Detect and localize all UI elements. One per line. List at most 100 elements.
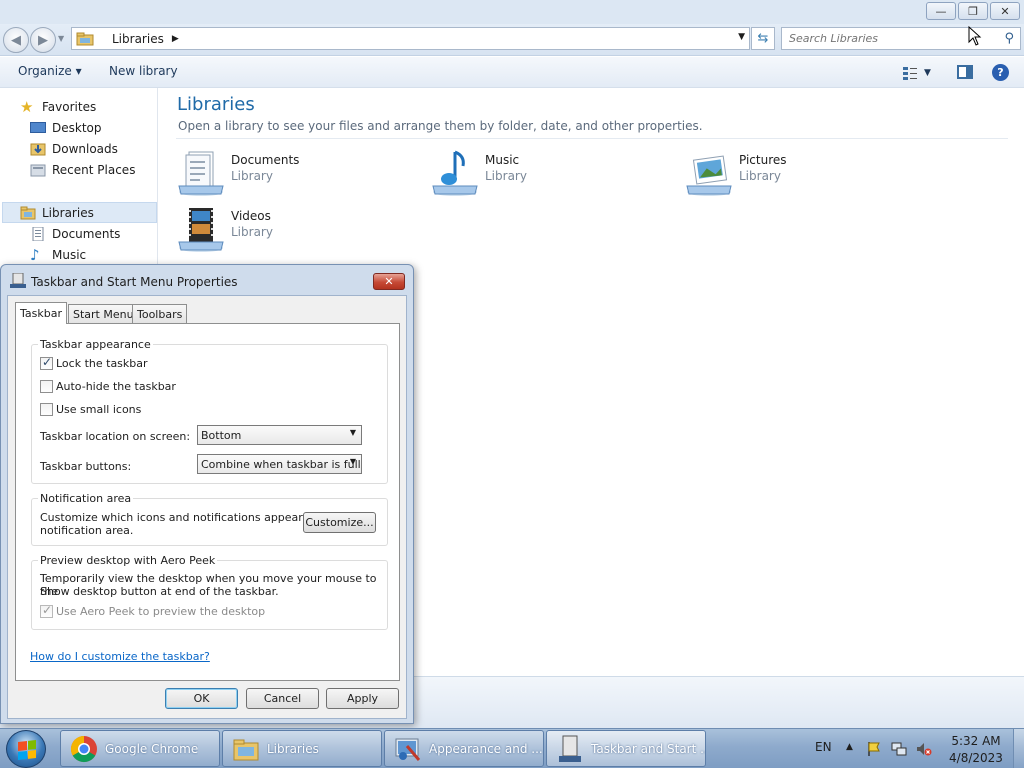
taskbar: Google Chrome Libraries Appearance and .… [0,728,1024,768]
nav-libraries[interactable]: Libraries [20,203,94,223]
address-bar[interactable]: Libraries ▶ ▼ [71,27,750,50]
page-title: Libraries [177,94,255,115]
organize-button[interactable]: Organize ▾ [18,64,82,78]
command-bar: Organize ▾ New library ▼ ? [0,57,1024,88]
library-videos-type: Library [231,225,273,239]
taskbar-properties-icon [10,273,26,288]
library-music[interactable]: Music Library [431,148,671,200]
music-library-icon [432,150,478,196]
library-documents-name: Documents [231,153,300,167]
taskbar-item-libraries[interactable]: Libraries [222,730,382,767]
search-icon[interactable]: ⚲ [1004,31,1014,46]
customize-button[interactable]: Customize... [303,512,376,533]
nav-recent-places-label: Recent Places [52,163,136,177]
help-icon[interactable]: ? [992,64,1009,81]
aero-peek-group: Preview desktop with Aero Peek Temporari… [31,554,388,630]
taskbar-buttons-select[interactable]: Combine when taskbar is full ▼ [197,454,362,474]
back-button[interactable]: ◀ [3,27,29,53]
show-hidden-icons-button[interactable]: ▲ [846,742,853,752]
library-videos[interactable]: Videos Library [177,204,417,256]
network-icon[interactable] [891,741,907,757]
library-documents[interactable]: Documents Library [177,148,417,200]
aero-peek-checkbox-label: Use Aero Peek to preview the desktop [56,605,266,618]
minimize-button[interactable]: — [926,2,956,20]
explorer-titlebar[interactable]: — ❐ ✕ [0,0,1024,24]
library-pictures[interactable]: Pictures Library [685,148,925,200]
address-separator-icon[interactable]: ▶ [172,34,179,44]
taskbar-location-select[interactable]: Bottom ▼ [197,425,362,445]
nav-desktop[interactable]: Desktop [30,118,102,138]
notification-area-label: Notification area [38,492,134,505]
lock-taskbar-check-icon[interactable] [40,355,53,370]
taskbar-item-taskbar-properties[interactable]: Taskbar and Start ... [546,730,706,767]
autohide-taskbar-checkbox[interactable]: Auto-hide the taskbar [40,380,176,393]
restore-button[interactable]: ❐ [958,2,988,20]
library-pictures-name: Pictures [739,153,787,167]
nav-recent-places[interactable]: Recent Places [30,160,135,180]
tab-toolbars[interactable]: Toolbars [132,304,188,323]
taskbar-buttons-label: Taskbar buttons: [40,460,132,473]
dialog-titlebar[interactable]: Taskbar and Start Menu Properties ✕ [1,265,413,295]
chrome-icon [70,735,97,762]
small-icons-label: Use small icons [56,403,142,416]
search-input[interactable] [782,28,982,49]
lock-taskbar-label: Lock the taskbar [56,357,148,370]
tab-taskbar[interactable]: Taskbar [15,302,67,324]
start-button[interactable] [6,730,46,768]
customize-help-link[interactable]: How do I customize the taskbar? [30,650,210,663]
nav-documents-label: Documents [52,227,121,241]
nav-desktop-label: Desktop [52,121,102,135]
documents-library-icon [178,151,224,196]
library-music-name: Music [485,153,520,167]
change-view-button[interactable]: ▼ [902,65,942,81]
nav-favorites-label: Favorites [42,100,97,114]
autohide-check-icon[interactable] [40,380,53,393]
taskbar-item-appearance[interactable]: Appearance and ... [384,730,544,767]
nav-downloads[interactable]: Downloads [30,139,118,159]
tab-start-menu[interactable]: Start Menu [68,304,139,323]
close-button[interactable]: ✕ [990,2,1020,20]
aero-peek-checkbox: Use Aero Peek to preview the desktop [40,603,266,618]
action-center-flag-icon[interactable] [866,741,882,757]
videos-library-icon [178,208,224,252]
title-divider [176,138,1008,139]
aero-peek-desc-line2: Show desktop button at end of the taskba… [40,585,279,598]
taskbar-item-appearance-label: Appearance and ... [429,741,543,756]
forward-button[interactable]: ▶ [30,27,56,53]
refresh-button[interactable]: ⇆ [751,27,775,50]
nav-music[interactable]: ♪ Music [30,245,86,265]
dialog-close-button[interactable]: ✕ [373,273,405,290]
apply-button[interactable]: Apply [326,688,399,709]
chevron-down-icon: ▼ [349,428,356,437]
show-desktop-button[interactable] [1013,729,1024,768]
search-box[interactable]: ⚲ [781,27,1021,50]
music-note-icon: ♪ [30,246,40,264]
lock-taskbar-checkbox[interactable]: Lock the taskbar [40,355,148,370]
cancel-button[interactable]: Cancel [246,688,319,709]
recent-pages-dropdown[interactable]: ▼ [58,34,64,43]
clock-time[interactable]: 5:32 AM [951,734,1001,748]
address-path[interactable]: Libraries [112,32,164,46]
address-dropdown-icon[interactable]: ▼ [738,32,745,42]
nav-documents[interactable]: Documents [30,224,120,244]
forward-arrow-icon: ▶ [38,32,48,48]
clock-date[interactable]: 4/8/2023 [946,751,1006,765]
aero-peek-check-icon [40,603,53,618]
documents-icon [32,227,44,241]
preview-pane-icon[interactable] [957,65,973,79]
small-icons-check-icon[interactable] [40,403,53,416]
nav-favorites[interactable]: ★ Favorites [20,97,96,117]
dialog-body: Taskbar Start Menu Toolbars Taskbar appe… [7,295,407,719]
taskbar-item-chrome[interactable]: Google Chrome [60,730,220,767]
small-icons-checkbox[interactable]: Use small icons [40,403,141,416]
view-dropdown-icon[interactable]: ▼ [924,68,931,78]
taskbar-buttons-value: Combine when taskbar is full [201,457,361,471]
taskbar-item-chrome-label: Google Chrome [105,741,199,756]
new-library-button[interactable]: New library [109,64,178,78]
volume-muted-icon[interactable] [916,741,932,757]
libraries-folder-icon [233,739,259,760]
ok-button[interactable]: OK [165,688,238,709]
library-music-type: Library [485,169,527,183]
input-language-indicator[interactable]: EN [815,740,832,754]
windows-logo-icon [18,740,36,760]
